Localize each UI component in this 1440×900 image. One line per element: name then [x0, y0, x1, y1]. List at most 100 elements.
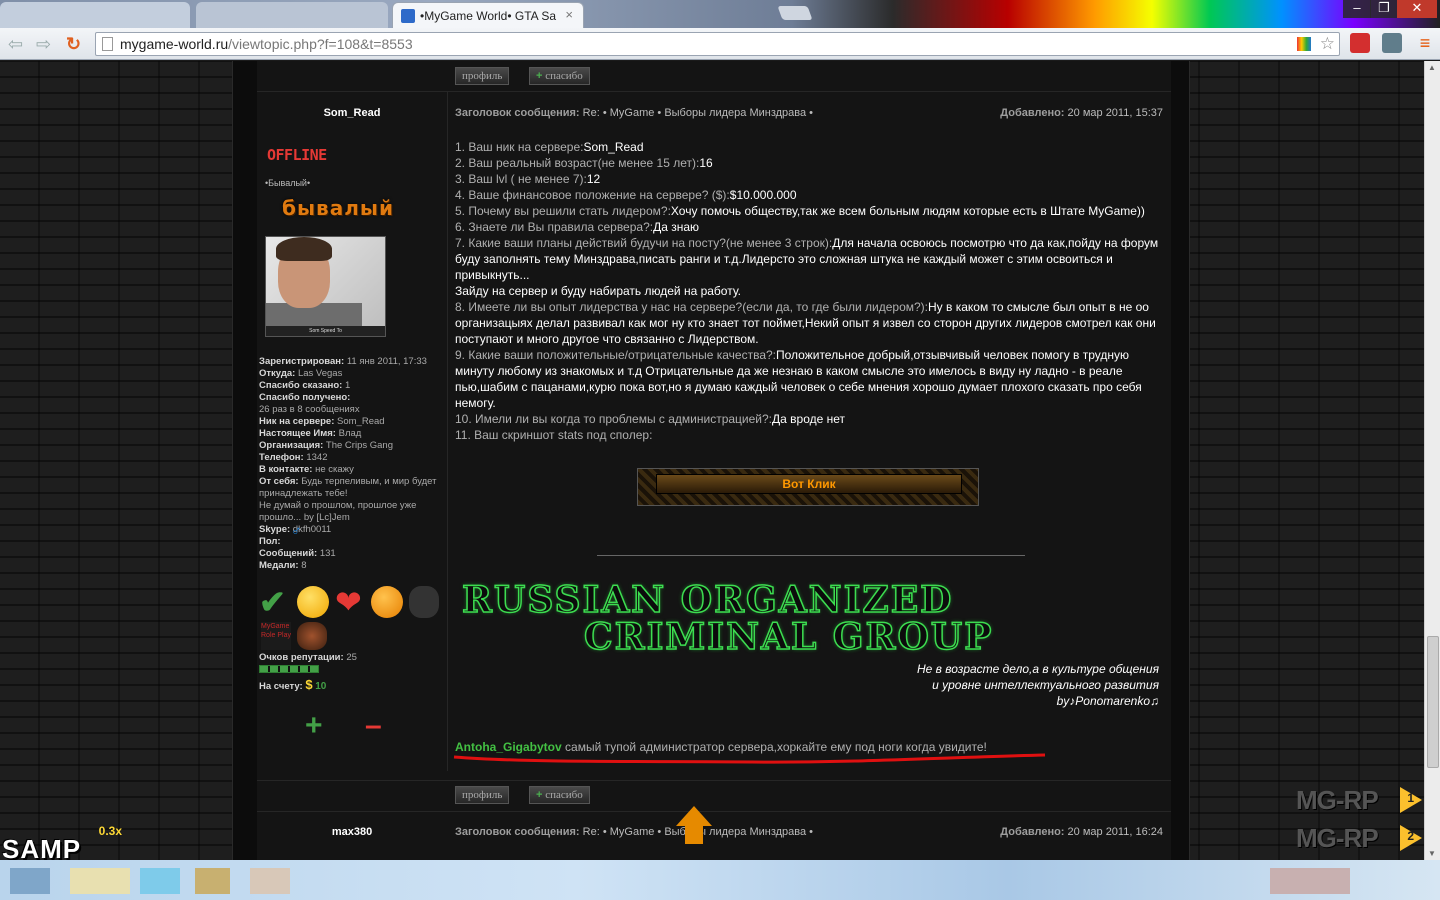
- taskbar-tray[interactable]: [1270, 868, 1350, 894]
- answer-line: Зайду на сервер и буду набирать людей на…: [455, 283, 1165, 299]
- question-text: 9. Какие ваши положительные/отрицательны…: [455, 348, 776, 362]
- taskbar-item[interactable]: [195, 868, 230, 894]
- mygame-medal-icon[interactable]: MyGame Role Play: [261, 622, 291, 650]
- favicon-icon: [401, 9, 415, 23]
- signature-divider: [597, 555, 1025, 556]
- mgrp-server-1-button[interactable]: MG-RP 1: [1296, 785, 1436, 815]
- profile-field: Зарегистрирован: 11 янв 2011, 17:33: [259, 356, 445, 368]
- field-value: 131: [319, 548, 336, 559]
- post-author[interactable]: Som_Read: [257, 107, 447, 119]
- field-label: Сообщений:: [259, 548, 318, 559]
- bookmark-star-icon[interactable]: ☆: [1320, 34, 1335, 54]
- wolf-medal-icon[interactable]: [409, 586, 439, 618]
- answer-text: 12: [586, 172, 601, 186]
- profile-field: От себя: Будь терпеливым, и мир будет пр…: [259, 476, 445, 500]
- added-label: Добавлено:: [1000, 107, 1065, 119]
- signature-quote: Не в возрасте дело,а в культуре общения …: [817, 661, 1159, 709]
- answer-text: Зайду на сервер и буду набирать людей на…: [455, 284, 741, 298]
- answer-line: 9. Какие ваши положительные/отрицательны…: [455, 347, 1165, 411]
- smile-medal-icon[interactable]: [297, 586, 329, 618]
- scroll-down-icon[interactable]: ▼: [1428, 849, 1436, 858]
- mgrp-server-2-button[interactable]: MG-RP 2: [1296, 823, 1436, 853]
- account-balance: На счету: $ 10: [259, 677, 326, 692]
- taskbar-item[interactable]: [70, 868, 130, 894]
- url-path: /viewtopic.php?f=108&t=8553: [228, 36, 413, 52]
- column-separator: [447, 91, 448, 771]
- thanks-button[interactable]: + спасибо: [529, 786, 590, 804]
- field-value: Som_Read: [337, 416, 385, 427]
- reputation-bar: [259, 665, 319, 673]
- thanks-button-prev[interactable]: + спасибо: [529, 67, 590, 85]
- answer-line: 6. Знаете ли Вы правила сервера?:Да знаю: [455, 219, 1165, 235]
- page-background: профиль + спасибо Som_Read Заголовок соо…: [0, 61, 1440, 860]
- gender-male-icon: ♂: [291, 522, 302, 538]
- field-label: Организация:: [259, 440, 324, 451]
- profile-field[interactable]: 26 раз в 8 сообщениях: [259, 404, 445, 416]
- menu-wrench-icon[interactable]: ≡: [1415, 33, 1435, 53]
- heart-medal-icon[interactable]: ❤: [335, 586, 367, 618]
- profile-field: Организация: The Crips Gang: [259, 440, 445, 452]
- field-value: 11 янв 2011, 17:33: [346, 356, 427, 367]
- check-medal-icon[interactable]: ✔: [259, 586, 291, 618]
- field-label: Настоящее Имя:: [259, 428, 336, 439]
- added-value: 20 мар 2011, 15:37: [1067, 107, 1163, 119]
- question-text: 11. Ваш скриншот stats под сполер:: [455, 428, 653, 442]
- profile-button-prev[interactable]: профиль: [455, 67, 510, 85]
- reload-icon[interactable]: ↻: [66, 34, 81, 54]
- field-label: Медали:: [259, 560, 299, 571]
- taskbar-item[interactable]: [250, 868, 290, 894]
- question-text: 3. Ваш lvl ( не менее 7):: [455, 172, 587, 186]
- spoiler-label[interactable]: Вот Клик: [638, 477, 980, 491]
- scroll-to-top-arrow-icon[interactable]: [676, 806, 712, 846]
- field-value: 1342: [306, 452, 328, 463]
- profile-field: Ник на сервере: Som_Read: [259, 416, 445, 428]
- row-separator: [257, 780, 1171, 781]
- url-text[interactable]: mygame-world.ru/viewtopic.php?f=108&t=85…: [120, 36, 413, 52]
- answer-line: 7. Какие ваши планы действий будучи на п…: [455, 235, 1165, 283]
- browser-toolbar: ⇦ ⇨ ↻ mygame-world.ru/viewtopic.php?f=10…: [0, 28, 1440, 60]
- tab-close-icon[interactable]: ×: [565, 7, 573, 22]
- page-scrollbar[interactable]: ▲ ▼: [1424, 61, 1440, 860]
- tab-active[interactable]: •MyGame World• GTA Sa ×: [392, 2, 584, 28]
- scrollbar-thumb[interactable]: [1427, 636, 1439, 768]
- taskbar-item[interactable]: [10, 868, 50, 894]
- window-maximize-button[interactable]: ❐: [1370, 0, 1398, 18]
- tab-blurred-1[interactable]: [0, 2, 190, 28]
- mgrp-number: 1: [1407, 791, 1414, 805]
- window-minimize-button[interactable]: –: [1343, 0, 1371, 18]
- field-value: Влад: [338, 428, 362, 439]
- back-arrow-icon[interactable]: ⇦: [8, 34, 23, 54]
- mgrp-label: MG-RP: [1296, 823, 1379, 853]
- field-label: Спасибо получено:: [259, 392, 351, 403]
- field-value: 8: [301, 560, 307, 571]
- answer-text: Som_Read: [583, 140, 644, 154]
- profile-button[interactable]: профиль: [455, 786, 510, 804]
- sad-medal-icon[interactable]: [371, 586, 403, 618]
- tab-strip: •MyGame World• GTA Sa × – ❐ ✕: [0, 0, 1440, 28]
- field-value: 1: [344, 380, 351, 391]
- window-close-button[interactable]: ✕: [1397, 0, 1437, 18]
- reputation-label: Очков репутации:: [259, 652, 344, 663]
- reputation-plus-button[interactable]: +: [305, 711, 323, 741]
- tab-blurred-2[interactable]: [196, 2, 388, 28]
- post-author[interactable]: max380: [257, 826, 447, 838]
- question-text: 4. Ваше финансовое положение на сервере?…: [455, 188, 730, 202]
- forum-frame: профиль + спасибо Som_Read Заголовок соо…: [232, 61, 1190, 860]
- taskbar: [0, 860, 1440, 900]
- profile-field: Спасибо получено:: [259, 392, 445, 404]
- spoiler-button[interactable]: Вот Клик: [637, 468, 979, 506]
- question-text: 5. Почему вы решили стать лидером?:: [455, 204, 671, 218]
- answer-line: 10. Имели ли вы когда то проблемы с адми…: [455, 411, 1165, 427]
- extension-red-icon[interactable]: [1350, 33, 1370, 53]
- forward-arrow-icon[interactable]: ⇨: [36, 34, 51, 54]
- address-bar[interactable]: mygame-world.ru/viewtopic.php?f=108&t=85…: [95, 32, 1340, 56]
- field-value[interactable]: 26 раз в 8 сообщениях: [259, 404, 360, 415]
- extension-icon[interactable]: [1297, 37, 1311, 51]
- skull-medal-icon[interactable]: [297, 622, 327, 650]
- reputation-minus-button[interactable]: –: [365, 711, 382, 741]
- taskbar-item[interactable]: [140, 868, 180, 894]
- new-tab-button[interactable]: [777, 6, 813, 20]
- scroll-up-icon[interactable]: ▲: [1428, 63, 1436, 72]
- extension-play-icon[interactable]: [1382, 33, 1402, 53]
- samp-version: 0.3x: [98, 824, 122, 838]
